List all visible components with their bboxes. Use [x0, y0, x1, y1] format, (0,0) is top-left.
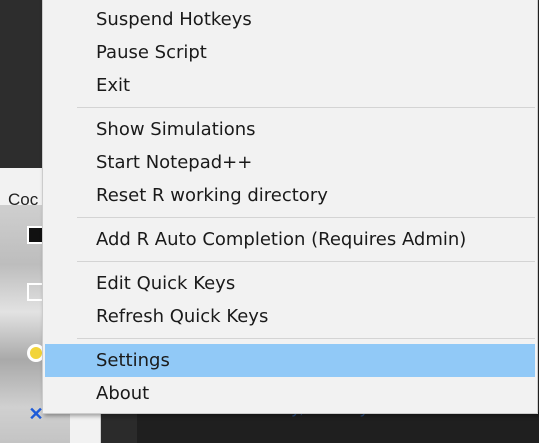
- menu-item-settings[interactable]: Settings: [45, 344, 535, 377]
- menu-item-pause-script[interactable]: Pause Script: [45, 36, 535, 69]
- menu-item-exit[interactable]: Exit: [45, 69, 535, 102]
- menu-separator: [77, 261, 535, 262]
- menu-separator: [77, 217, 535, 218]
- context-menu: Suspend Hotkeys Pause Script Exit Show S…: [42, 0, 538, 414]
- menu-item-reset-r-directory[interactable]: Reset R working directory: [45, 179, 535, 212]
- menu-separator: [77, 107, 535, 108]
- menu-item-edit-quick-keys[interactable]: Edit Quick Keys: [45, 267, 535, 300]
- menu-item-refresh-quick-keys[interactable]: Refresh Quick Keys: [45, 300, 535, 333]
- menu-item-show-simulations[interactable]: Show Simulations: [45, 113, 535, 146]
- menu-item-suspend-hotkeys[interactable]: Suspend Hotkeys: [45, 3, 535, 36]
- background-divider: [100, 410, 101, 443]
- menu-item-start-notepad[interactable]: Start Notepad++: [45, 146, 535, 179]
- screen: Coc ✕ Hey, Thank you Suspend Hotkeys Pau…: [0, 0, 539, 443]
- menu-separator: [77, 338, 535, 339]
- menu-item-about[interactable]: About: [45, 377, 535, 410]
- menu-item-add-r-autocompletion[interactable]: Add R Auto Completion (Requires Admin): [45, 223, 535, 256]
